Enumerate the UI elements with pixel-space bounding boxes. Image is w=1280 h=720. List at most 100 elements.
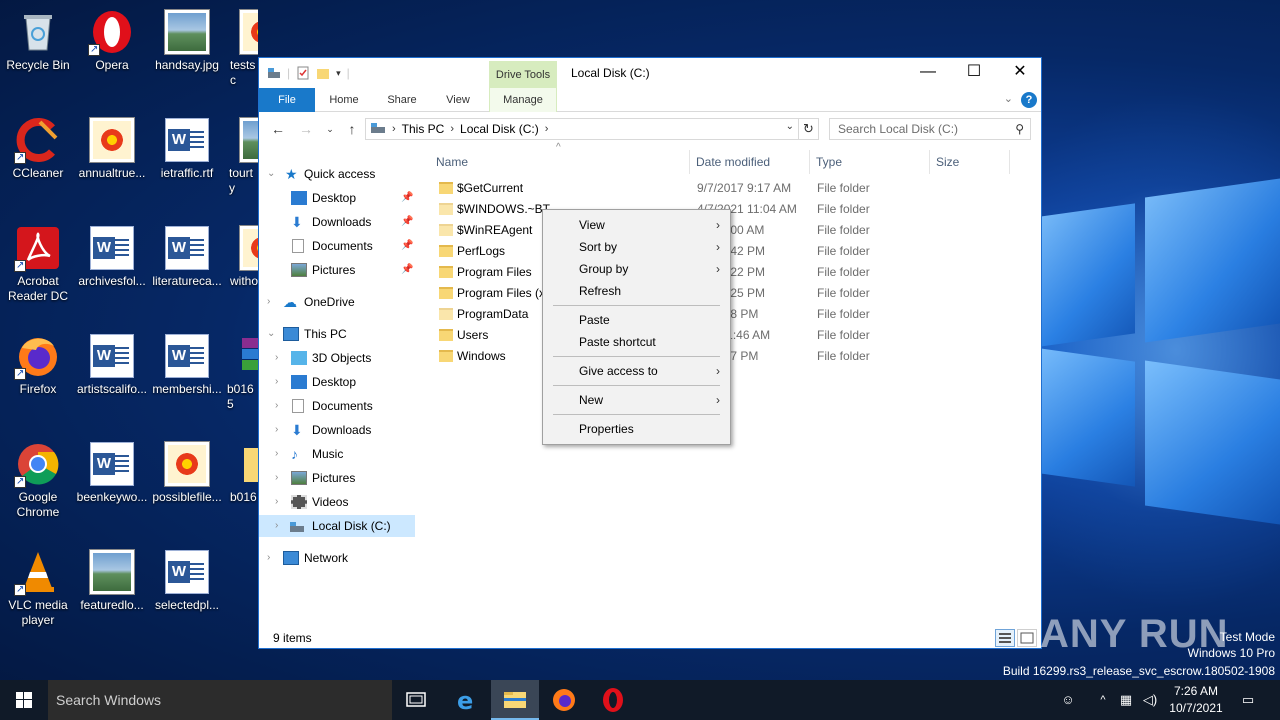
desktop-icon-witho[interactable]: witho xyxy=(224,222,258,289)
chevron-right-icon[interactable]: › xyxy=(267,291,270,313)
file-row[interactable]: $WinREAgent21 10:00 AMFile folder xyxy=(435,220,1035,241)
file-row[interactable]: Users 018 11:46 AM File folder xyxy=(435,325,1035,346)
people-icon[interactable]: ☺ xyxy=(1056,680,1080,720)
desktop-icon-artistscalifo[interactable]: W artistscalifo... xyxy=(74,330,150,397)
tab-share[interactable]: Share xyxy=(377,88,427,112)
refresh-button[interactable]: ↻ xyxy=(799,118,819,140)
tab-file[interactable]: File xyxy=(259,88,315,112)
start-button[interactable] xyxy=(0,680,48,720)
maximize-button[interactable]: ☐ xyxy=(951,58,997,88)
breadcrumb-local-disk[interactable]: Local Disk (C:) xyxy=(460,122,539,136)
up-button[interactable]: ↑ xyxy=(341,118,363,140)
breadcrumb-chevron-icon[interactable]: › xyxy=(450,123,454,135)
menu-item-group-by[interactable]: Group by › xyxy=(545,258,728,280)
tab-manage[interactable]: Manage xyxy=(489,88,557,112)
pin-icon[interactable]: 📌 xyxy=(401,187,413,209)
new-folder-icon[interactable] xyxy=(316,66,330,80)
menu-item-properties[interactable]: Properties xyxy=(545,418,728,440)
desktop-icon-acrobat[interactable]: Acrobat Reader DC xyxy=(0,222,76,304)
nav-quick-access[interactable]: ⌄ ★ Quick access xyxy=(259,163,415,185)
nav-downloads[interactable]: › ⬇ Downloads xyxy=(259,419,415,441)
nav-3d-objects[interactable]: › 3D Objects xyxy=(259,347,415,369)
help-icon[interactable]: ? xyxy=(1021,92,1037,108)
nav-desktop[interactable]: › Desktop xyxy=(259,371,415,393)
desktop-icon-b016[interactable]: b016 xyxy=(224,438,258,505)
desktop-icon-archivesfol[interactable]: W archivesfol... xyxy=(74,222,150,289)
column-header-date-modified[interactable]: Date modified xyxy=(690,150,810,174)
desktop-icon-b0165[interactable]: b0165 xyxy=(224,330,258,412)
desktop-icon-ietraffic[interactable]: W ietraffic.rtf xyxy=(149,114,225,181)
address-dropdown-icon[interactable]: ⌄ xyxy=(786,121,794,132)
nav-quick-desktop[interactable]: Desktop 📌 xyxy=(259,187,415,209)
menu-item-refresh[interactable]: Refresh xyxy=(545,280,728,302)
pin-icon[interactable]: 📌 xyxy=(401,235,413,257)
nav-quick-documents[interactable]: Documents 📌 xyxy=(259,235,415,257)
desktop-icon-chrome[interactable]: Google Chrome xyxy=(0,438,76,520)
desktop-icon-handsay[interactable]: handsay.jpg xyxy=(149,6,225,73)
column-header-name[interactable]: Name xyxy=(430,150,690,174)
pin-icon[interactable]: 📌 xyxy=(401,259,413,281)
taskbar-search[interactable]: Search Windows xyxy=(48,680,392,720)
chevron-right-icon[interactable]: › xyxy=(275,371,278,393)
chevron-right-icon[interactable]: › xyxy=(275,491,278,513)
nav-documents[interactable]: › Documents xyxy=(259,395,415,417)
customize-qat-icon[interactable]: ▾ xyxy=(336,68,341,79)
nav-local-disk[interactable]: › Local Disk (C:) xyxy=(259,515,415,537)
chevron-right-icon[interactable]: › xyxy=(275,347,278,369)
firefox-taskbar-button[interactable] xyxy=(540,680,588,720)
properties-icon[interactable] xyxy=(296,66,310,80)
search-box[interactable]: Search Local Disk (C:) ⚲ xyxy=(829,118,1031,140)
nav-this-pc[interactable]: ⌄ This PC xyxy=(259,323,415,345)
file-row[interactable]: ProgramData21 4:28 PMFile folder xyxy=(435,304,1035,325)
forward-button[interactable]: → xyxy=(295,118,317,140)
show-hidden-icons-chevron-icon[interactable]: ^ xyxy=(1094,680,1112,720)
address-bar[interactable]: › This PC › Local Disk (C:) › ⌄ xyxy=(365,118,799,140)
desktop-icon-ccleaner[interactable]: CCleaner xyxy=(0,114,76,181)
file-row[interactable]: $GetCurrent 9/7/2017 9:17 AM File folder xyxy=(435,178,1035,199)
nav-music[interactable]: › ♪ Music xyxy=(259,443,415,465)
edge-taskbar-button[interactable]: e xyxy=(443,680,491,720)
breadcrumb-chevron-icon[interactable]: › xyxy=(392,123,396,135)
menu-item-paste[interactable]: Paste xyxy=(545,309,728,331)
desktop-icon-firefox[interactable]: Firefox xyxy=(0,330,76,397)
desktop-icon-possiblefile[interactable]: possiblefile... xyxy=(149,438,225,505)
volume-icon[interactable]: ◁) xyxy=(1140,680,1160,720)
clock[interactable]: 7:26 AM 10/7/2021 xyxy=(1160,683,1232,717)
action-center-icon[interactable]: ▭ xyxy=(1236,680,1260,720)
menu-item-give-access-to[interactable]: Give access to › xyxy=(545,360,728,382)
pin-icon[interactable]: 📌 xyxy=(401,211,413,233)
chevron-right-icon[interactable]: › xyxy=(275,443,278,465)
nav-network[interactable]: › Network xyxy=(259,547,415,569)
menu-item-sort-by[interactable]: Sort by › xyxy=(545,236,728,258)
tab-view[interactable]: View xyxy=(433,88,483,112)
desktop-icon-featuredlo[interactable]: featuredlo... xyxy=(74,546,150,613)
file-row[interactable]: PerfLogs 018 7:42 PM File folder xyxy=(435,241,1035,262)
desktop-icon-literatureca[interactable]: W literatureca... xyxy=(149,222,225,289)
desktop-icon-testsc[interactable]: testsc xyxy=(224,6,258,88)
file-explorer-taskbar-button[interactable] xyxy=(491,680,539,720)
desktop-icon-membershi[interactable]: W membershi... xyxy=(149,330,225,397)
chevron-down-icon[interactable]: ⌄ xyxy=(267,323,275,345)
nav-pictures[interactable]: › Pictures xyxy=(259,467,415,489)
chevron-right-icon[interactable]: › xyxy=(275,515,278,537)
menu-item-new[interactable]: New › xyxy=(545,389,728,411)
chevron-right-icon[interactable]: › xyxy=(275,419,278,441)
file-row[interactable]: Windows21 3:47 PMFile folder xyxy=(435,346,1035,367)
column-header-size[interactable]: Size xyxy=(930,150,1010,174)
desktop-icon-beenkeywo[interactable]: W beenkeywo... xyxy=(74,438,150,505)
menu-item-paste-shortcut[interactable]: Paste shortcut xyxy=(545,331,728,353)
chevron-right-icon[interactable]: › xyxy=(275,395,278,417)
chevron-down-icon[interactable]: ⌄ xyxy=(267,163,275,185)
breadcrumb-chevron-icon[interactable]: › xyxy=(545,123,549,135)
nav-onedrive[interactable]: › ☁ OneDrive xyxy=(259,291,415,313)
nav-videos[interactable]: › Videos xyxy=(259,491,415,513)
opera-taskbar-button[interactable] xyxy=(589,680,637,720)
nav-quick-pictures[interactable]: Pictures 📌 xyxy=(259,259,415,281)
large-icons-view-button[interactable] xyxy=(1017,629,1037,647)
file-row[interactable]: Program Files 021 1:22 PM File folder xyxy=(435,262,1035,283)
desktop-icon-tourty[interactable]: tourty xyxy=(224,114,258,196)
chevron-right-icon[interactable]: › xyxy=(267,547,270,569)
desktop-icon-vlc[interactable]: VLC media player xyxy=(0,546,76,628)
expand-ribbon-icon[interactable]: ⌄ xyxy=(1004,92,1013,105)
back-button[interactable]: ← xyxy=(267,118,289,140)
